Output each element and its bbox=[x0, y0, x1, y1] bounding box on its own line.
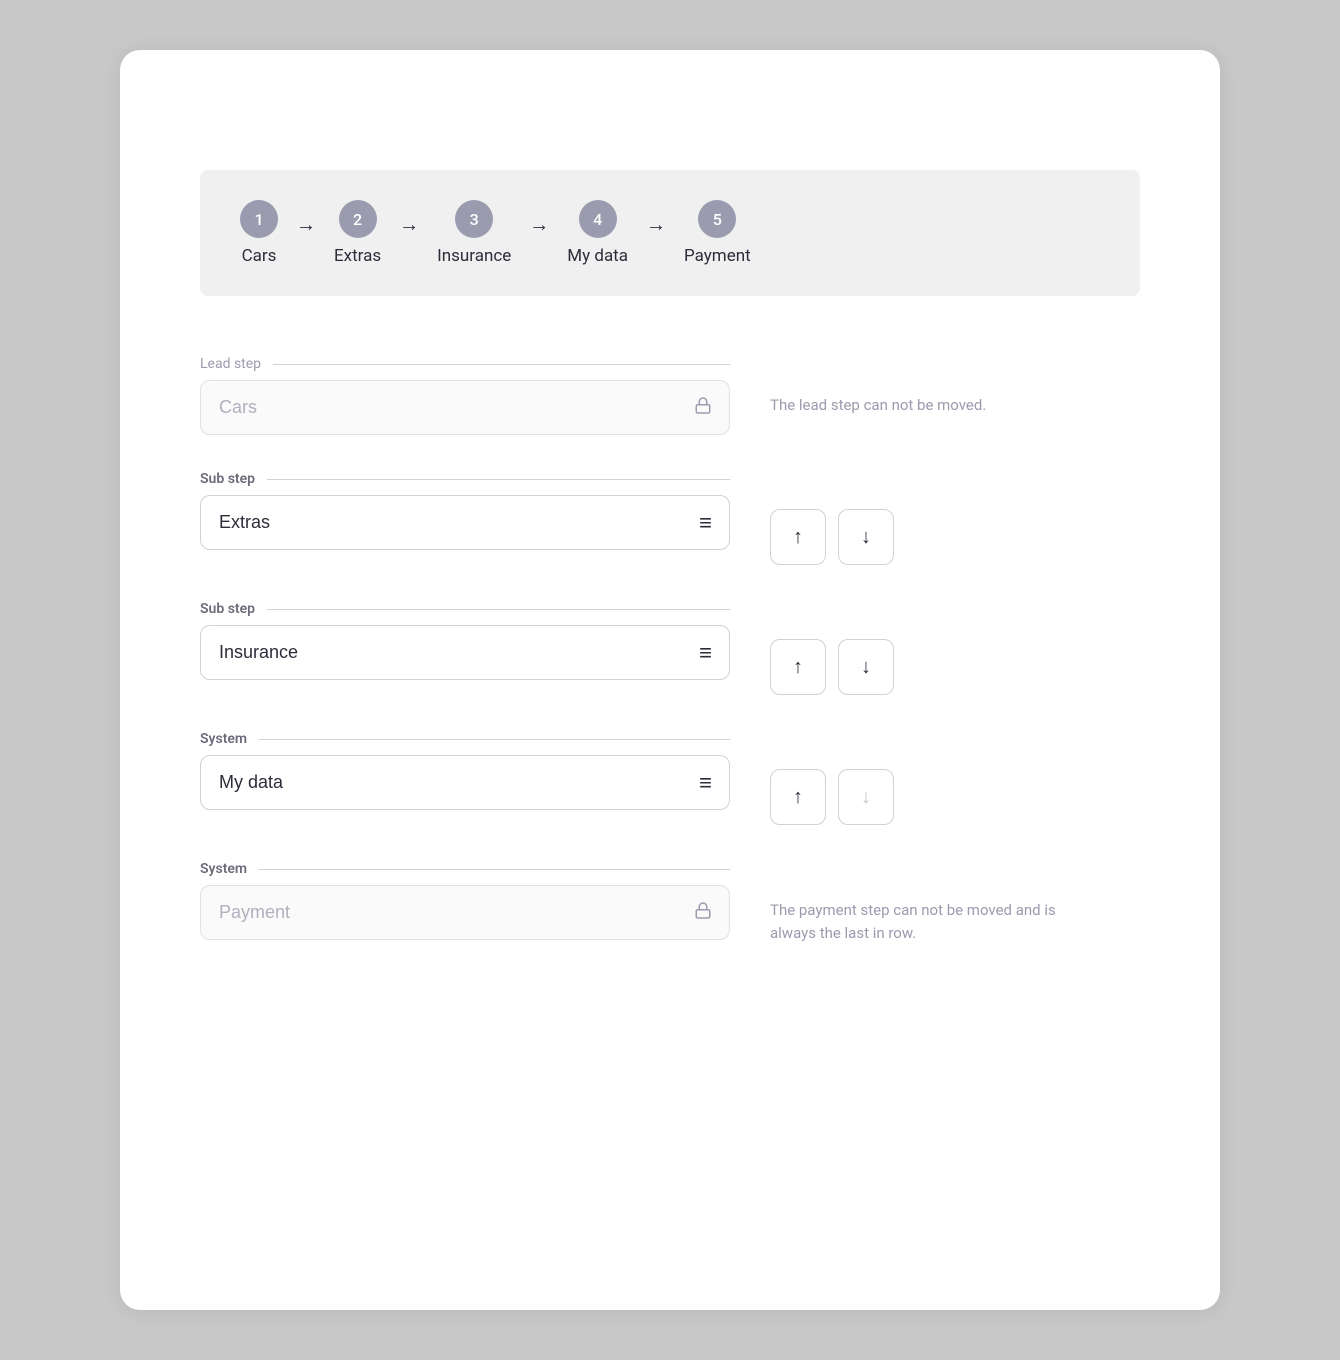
form-row-sys2: System The payment step can not be moved … bbox=[200, 861, 1140, 944]
input-sys1[interactable] bbox=[200, 755, 730, 810]
label-line-sub1 bbox=[267, 479, 730, 480]
form-row-sub1: Sub step ≡ ↑↓ bbox=[200, 471, 1140, 565]
step-item-insurance: 3 Insurance bbox=[437, 200, 511, 266]
field-group-sub1: Sub step ≡ bbox=[200, 471, 730, 550]
step-item-my-data: 4 My data bbox=[567, 200, 628, 266]
step-label-4: My data bbox=[567, 246, 628, 266]
form-fields: Lead step The lead step can not be moved.… bbox=[200, 356, 1140, 944]
up-button-sys1[interactable]: ↑ bbox=[770, 769, 826, 825]
action-buttons-sys1: ↑↓ bbox=[770, 769, 894, 825]
step-arrow-2: → bbox=[399, 212, 419, 237]
input-wrapper-sys2 bbox=[200, 885, 730, 940]
up-button-sub1[interactable]: ↑ bbox=[770, 509, 826, 565]
field-label-sub2: Sub step bbox=[200, 601, 267, 617]
down-button-sub1[interactable]: ↓ bbox=[838, 509, 894, 565]
form-row-sub2: Sub step ≡ ↑↓ bbox=[200, 601, 1140, 695]
field-group-lead: Lead step bbox=[200, 356, 730, 435]
form-row-sys1: System ≡ ↑↓ bbox=[200, 731, 1140, 825]
input-wrapper-sys1: ≡ bbox=[200, 755, 730, 810]
step-item-extras: 2 Extras bbox=[334, 200, 381, 266]
step-circle-5: 5 bbox=[698, 200, 736, 238]
input-lead bbox=[200, 380, 730, 435]
input-sys2 bbox=[200, 885, 730, 940]
step-circle-2: 2 bbox=[339, 200, 377, 238]
step-arrow-3: → bbox=[529, 212, 549, 237]
menu-icon-sub1: ≡ bbox=[699, 510, 712, 536]
step-circle-1: 1 bbox=[240, 200, 278, 238]
label-line-sys1 bbox=[259, 739, 730, 740]
action-buttons-sub1: ↑↓ bbox=[770, 509, 894, 565]
field-group-sys2: System bbox=[200, 861, 730, 940]
label-row-lead: Lead step bbox=[200, 356, 730, 372]
menu-icon-sub2: ≡ bbox=[699, 640, 712, 666]
label-row-sys2: System bbox=[200, 861, 730, 877]
action-buttons-sub2: ↑↓ bbox=[770, 639, 894, 695]
label-line-sub2 bbox=[267, 609, 730, 610]
main-card: 1 Cars → 2 Extras → 3 Insurance → 4 My data → 5 Payme… bbox=[120, 50, 1220, 1310]
step-item-cars: 1 Cars bbox=[240, 200, 278, 266]
form-section-sub2: Sub step ≡ ↑↓ bbox=[200, 601, 1140, 695]
step-label-3: Insurance bbox=[437, 246, 511, 266]
label-row-sys1: System bbox=[200, 731, 730, 747]
side-note-sys2: The payment step can not be moved and is… bbox=[770, 899, 1070, 944]
step-label-2: Extras bbox=[334, 246, 381, 266]
field-label-lead: Lead step bbox=[200, 356, 273, 372]
form-section-sys1: System ≡ ↑↓ bbox=[200, 731, 1140, 825]
input-wrapper-sub1: ≡ bbox=[200, 495, 730, 550]
label-row-sub2: Sub step bbox=[200, 601, 730, 617]
lock-icon-lead bbox=[694, 396, 712, 419]
form-section-lead: Lead step The lead step can not be moved. bbox=[200, 356, 1140, 435]
menu-icon-sys1: ≡ bbox=[699, 770, 712, 796]
step-circle-4: 4 bbox=[579, 200, 617, 238]
form-row-lead: Lead step The lead step can not be moved. bbox=[200, 356, 1140, 435]
label-row-sub1: Sub step bbox=[200, 471, 730, 487]
field-label-sys1: System bbox=[200, 731, 259, 747]
down-button-sub2[interactable]: ↓ bbox=[838, 639, 894, 695]
step-label-1: Cars bbox=[242, 246, 277, 266]
down-button-sys1: ↓ bbox=[838, 769, 894, 825]
label-line-lead bbox=[273, 364, 730, 365]
step-arrow-4: → bbox=[646, 212, 666, 237]
form-section-sys2: System The payment step can not be moved … bbox=[200, 861, 1140, 944]
label-line-sys2 bbox=[259, 869, 730, 870]
up-button-sub2[interactable]: ↑ bbox=[770, 639, 826, 695]
input-wrapper-lead bbox=[200, 380, 730, 435]
step-label-5: Payment bbox=[684, 246, 751, 266]
field-label-sub1: Sub step bbox=[200, 471, 267, 487]
step-sequence-bar: 1 Cars → 2 Extras → 3 Insurance → 4 My data → 5 Payme… bbox=[200, 170, 1140, 296]
field-group-sys1: System ≡ bbox=[200, 731, 730, 810]
form-section-sub1: Sub step ≡ ↑↓ bbox=[200, 471, 1140, 565]
field-group-sub2: Sub step ≡ bbox=[200, 601, 730, 680]
step-arrow-1: → bbox=[296, 212, 316, 237]
side-note-lead: The lead step can not be moved. bbox=[770, 394, 986, 417]
lock-icon-sys2 bbox=[694, 901, 712, 924]
input-wrapper-sub2: ≡ bbox=[200, 625, 730, 680]
step-item-payment: 5 Payment bbox=[684, 200, 751, 266]
input-sub1[interactable] bbox=[200, 495, 730, 550]
field-label-sys2: System bbox=[200, 861, 259, 877]
input-sub2[interactable] bbox=[200, 625, 730, 680]
step-circle-3: 3 bbox=[455, 200, 493, 238]
